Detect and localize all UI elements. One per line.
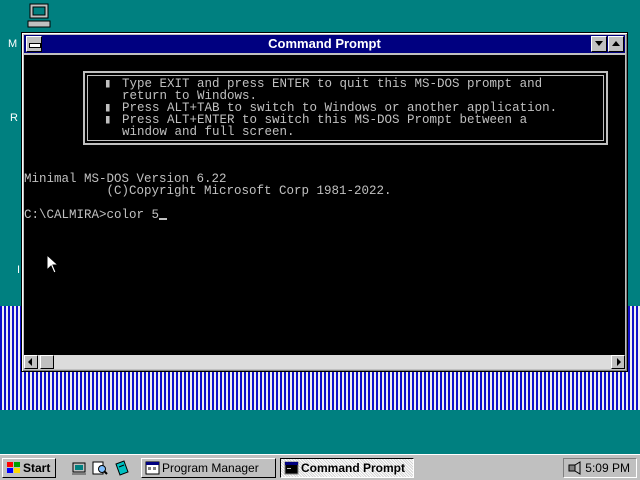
system-menu-icon[interactable] bbox=[26, 36, 42, 52]
info-bullet: ▮ Type EXIT and press ENTER to quit this… bbox=[104, 77, 603, 103]
find-icon[interactable] bbox=[92, 460, 108, 476]
bullet-mark: ▮ bbox=[104, 113, 112, 127]
info-bullet-text: Press ALT+ENTER to switch this MS-DOS Pr… bbox=[122, 113, 528, 139]
windows-flag-icon bbox=[7, 462, 20, 473]
task-command-prompt[interactable]: Command Prompt bbox=[280, 458, 414, 478]
quick-launch-icons[interactable] bbox=[71, 460, 87, 476]
speaker-tray-icon[interactable] bbox=[568, 461, 584, 475]
command-text: color 5 bbox=[106, 208, 160, 222]
program-manager-icon bbox=[145, 461, 160, 475]
task-program-manager[interactable]: Program Manager bbox=[141, 458, 276, 478]
desktop-label: R bbox=[10, 112, 18, 124]
info-bullet: ▮ Press ALT+ENTER to switch this MS-DOS … bbox=[104, 113, 603, 139]
desktop-label: M bbox=[8, 38, 18, 50]
start-label: Start bbox=[23, 461, 51, 475]
task-label: Command Prompt bbox=[301, 461, 406, 475]
scroll-right-icon[interactable] bbox=[611, 355, 625, 369]
task-label: Program Manager bbox=[162, 461, 259, 475]
scroll-left-icon[interactable] bbox=[24, 355, 38, 369]
bullet-mark: ▮ bbox=[104, 77, 112, 91]
help-icon[interactable] bbox=[114, 460, 130, 476]
system-tray: 5:09 PM bbox=[563, 458, 637, 478]
title-bar[interactable]: Command Prompt bbox=[24, 35, 625, 53]
mouse-pointer-icon bbox=[46, 254, 60, 274]
desktop-label: I bbox=[17, 264, 21, 276]
window-title: Command Prompt bbox=[268, 36, 381, 51]
computer-icon[interactable] bbox=[26, 2, 54, 30]
taskbar: Start Program Manager Command Prompt 5:0… bbox=[0, 454, 640, 480]
start-button[interactable]: Start bbox=[2, 458, 56, 478]
console-area[interactable]: ▮ Type EXIT and press ENTER to quit this… bbox=[24, 55, 625, 355]
prompt-text: C:\CALMIRA> bbox=[24, 208, 107, 222]
clock[interactable]: 5:09 PM bbox=[585, 461, 630, 475]
maximize-icon[interactable] bbox=[608, 36, 624, 52]
command-prompt-window[interactable]: Command Prompt ▮ Type EXIT and press ENT… bbox=[21, 32, 628, 372]
info-bullet-text: Type EXIT and press ENTER to quit this M… bbox=[122, 77, 543, 103]
command-prompt-icon bbox=[284, 461, 299, 475]
info-box: ▮ Type EXIT and press ENTER to quit this… bbox=[83, 71, 608, 145]
horizontal-scrollbar[interactable] bbox=[24, 355, 625, 369]
text-cursor bbox=[159, 218, 168, 220]
scroll-thumb[interactable] bbox=[40, 355, 54, 369]
minimize-icon[interactable] bbox=[591, 36, 607, 52]
command-line[interactable]: C:\CALMIRA>color 5 bbox=[24, 208, 168, 222]
copyright-line: (C)Copyright Microsoft Corp 1981-2022. bbox=[24, 184, 392, 198]
